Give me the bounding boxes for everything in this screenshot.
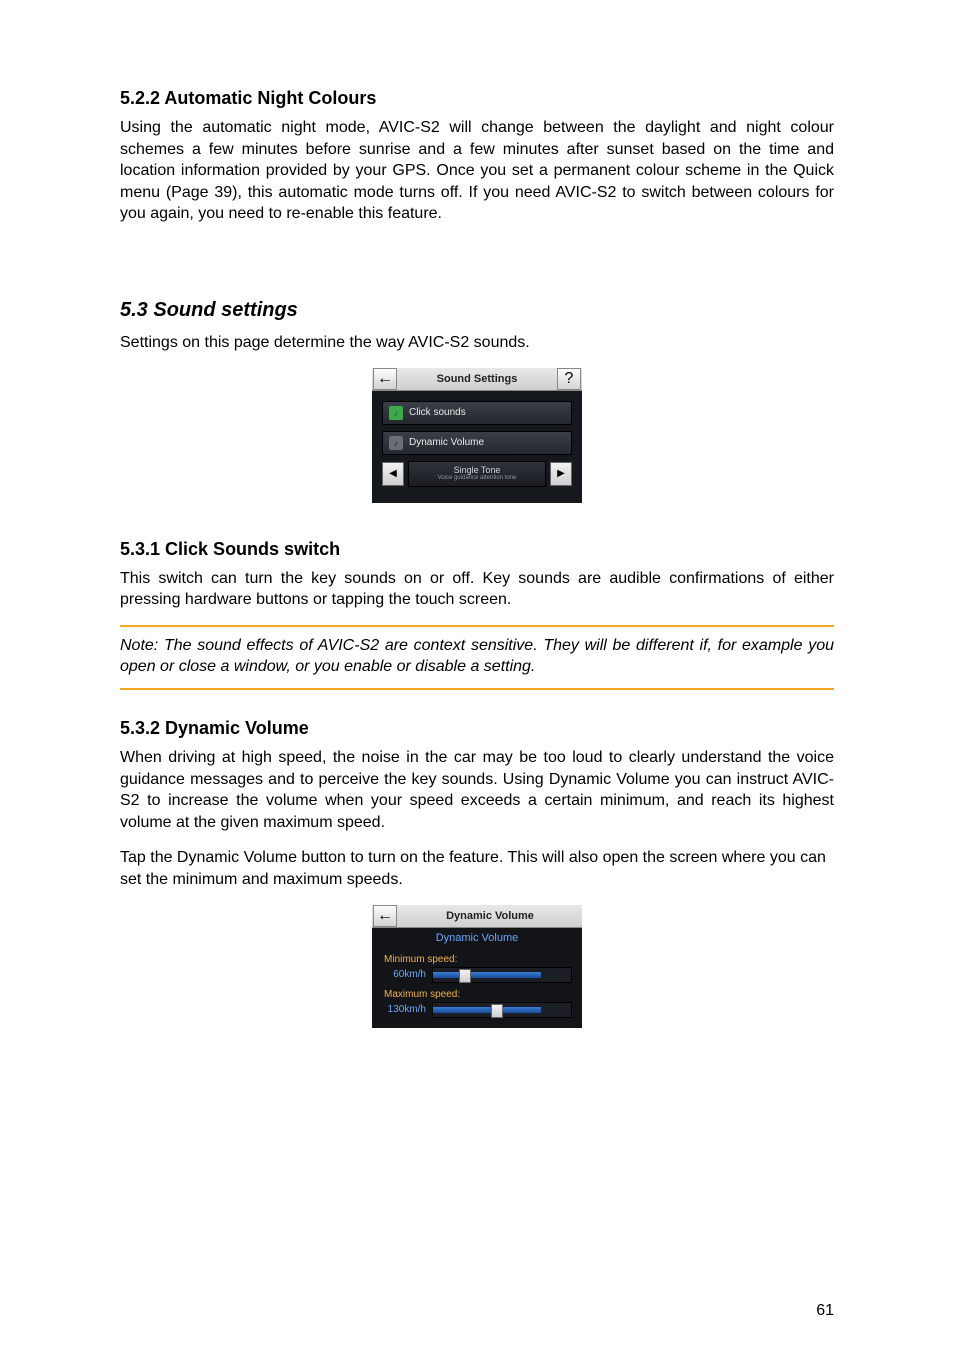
tone-main-label: Single Tone xyxy=(454,466,501,475)
heading-5-3-2: 5.3.2 Dynamic Volume xyxy=(120,718,834,739)
dynamic-volume-subtitle: Dynamic Volume xyxy=(382,928,572,948)
dynamic-volume-row[interactable]: ♪ Dynamic Volume xyxy=(382,431,572,455)
dynamic-volume-title: Dynamic Volume xyxy=(398,910,582,922)
max-speed-thumb[interactable] xyxy=(491,1004,503,1018)
click-sounds-row[interactable]: ♪ Click sounds xyxy=(382,401,572,425)
intro-5-3: Settings on this page determine the way … xyxy=(120,332,834,354)
tone-sub-label: Voice guidance attention tone xyxy=(438,475,517,481)
document-page: 5.2.2 Automatic Night Colours Using the … xyxy=(0,0,954,1350)
volume-icon: ♪ xyxy=(389,436,403,450)
note-block-5-3-1: Note: The sound effects of AVIC-S2 are c… xyxy=(120,625,834,690)
tone-next-button[interactable]: ▶ xyxy=(550,462,572,486)
dynamic-volume-screenshot: ← Dynamic Volume Dynamic Volume Minimum … xyxy=(372,905,582,1028)
dyn-back-button[interactable]: ← xyxy=(373,905,397,927)
sound-settings-titlebar: ← Sound Settings ? xyxy=(372,368,582,391)
max-speed-label: Maximum speed: xyxy=(384,989,572,1000)
sound-settings-body: ♪ Click sounds ♪ Dynamic Volume ◀ Single… xyxy=(372,391,582,503)
note-text: Note: The sound effects of AVIC-S2 are c… xyxy=(120,637,834,676)
heading-5-2-2: 5.2.2 Automatic Night Colours xyxy=(120,88,834,109)
back-arrow-icon: ← xyxy=(377,907,393,925)
help-icon: ? xyxy=(565,370,574,388)
paragraph-5-3-2a: When driving at high speed, the noise in… xyxy=(120,747,834,833)
max-speed-slider-row: 130km/h xyxy=(382,1002,572,1018)
page-number: 61 xyxy=(816,1302,834,1320)
back-arrow-icon: ← xyxy=(377,370,393,388)
dynamic-volume-titlebar: ← Dynamic Volume xyxy=(372,905,582,928)
min-speed-label: Minimum speed: xyxy=(384,954,572,965)
min-speed-slider[interactable] xyxy=(432,967,572,983)
dynamic-volume-label: Dynamic Volume xyxy=(409,437,484,448)
dynamic-volume-body: Dynamic Volume Minimum speed: 60km/h Max… xyxy=(372,928,582,1028)
tone-display: Single Tone Voice guidance attention ton… xyxy=(408,461,546,487)
speaker-on-icon: ♪ xyxy=(389,406,403,420)
paragraph-5-2-2: Using the automatic night mode, AVIC-S2 … xyxy=(120,117,834,225)
click-sounds-label: Click sounds xyxy=(409,407,466,418)
min-speed-value: 60km/h xyxy=(382,969,426,980)
min-speed-thumb[interactable] xyxy=(459,969,471,983)
min-speed-slider-row: 60km/h xyxy=(382,967,572,983)
max-speed-value: 130km/h xyxy=(382,1004,426,1015)
heading-5-3: 5.3 Sound settings xyxy=(120,299,834,322)
tone-prev-button[interactable]: ◀ xyxy=(382,462,404,486)
back-button[interactable]: ← xyxy=(373,368,397,390)
sound-settings-title: Sound Settings xyxy=(398,373,556,385)
help-button[interactable]: ? xyxy=(557,368,581,390)
paragraph-5-3-1: This switch can turn the key sounds on o… xyxy=(120,568,834,611)
sound-settings-screenshot: ← Sound Settings ? ♪ Click sounds ♪ Dyna… xyxy=(372,368,582,503)
heading-5-3-1: 5.3.1 Click Sounds switch xyxy=(120,539,834,560)
max-speed-slider[interactable] xyxy=(432,1002,572,1018)
tone-selector: ◀ Single Tone Voice guidance attention t… xyxy=(382,461,572,487)
paragraph-5-3-2b: Tap the Dynamic Volume button to turn on… xyxy=(120,847,834,890)
